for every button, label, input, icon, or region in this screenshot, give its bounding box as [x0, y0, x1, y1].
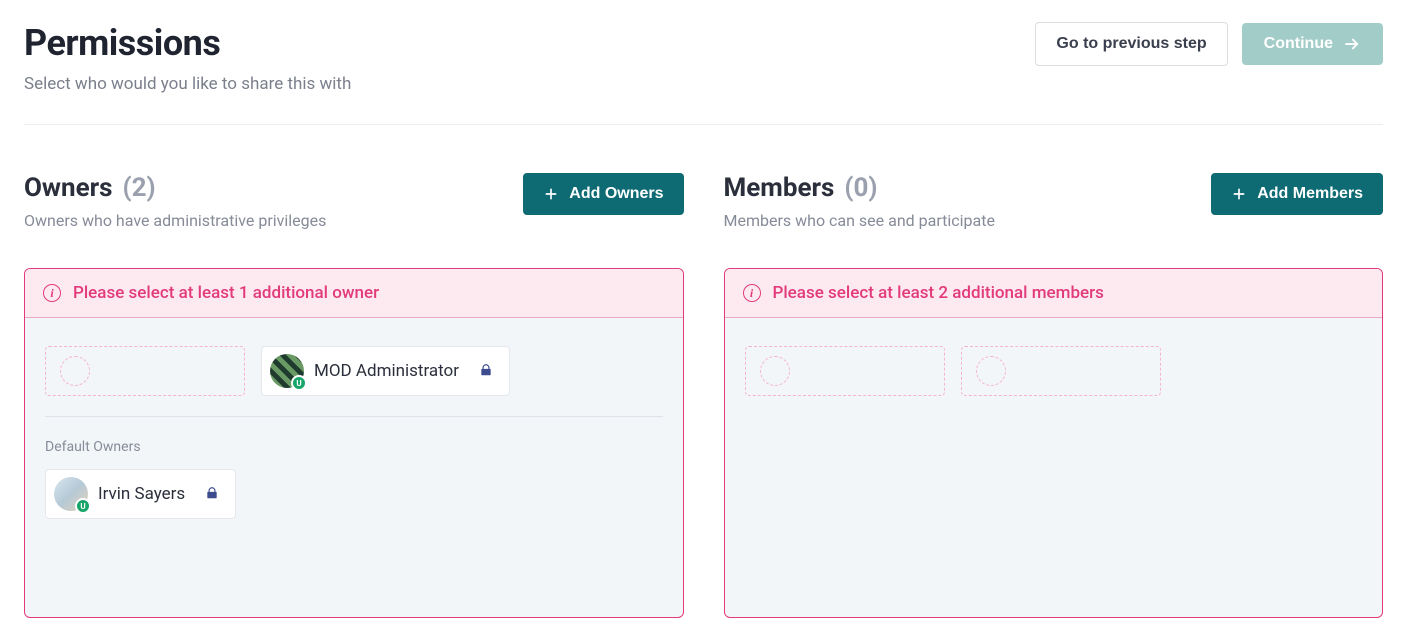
placeholder-circle-icon: [760, 356, 790, 386]
owners-panel: i Please select at least 1 additional ow…: [24, 268, 684, 618]
info-icon: i: [743, 284, 761, 302]
page-header: Permissions Select who would you like to…: [24, 22, 1383, 125]
owners-header: Owners (2) Owners who have administrativ…: [24, 173, 684, 230]
owner-slot-empty[interactable]: [45, 346, 245, 396]
add-members-button[interactable]: Add Members: [1211, 173, 1383, 215]
add-owners-label: Add Owners: [569, 185, 663, 203]
user-badge-icon: U: [75, 498, 91, 514]
lock-icon: [479, 362, 493, 381]
members-count: (0): [844, 173, 877, 203]
owner-chip-mod-admin[interactable]: U MOD Administrator: [261, 346, 510, 396]
members-column: Members (0) Members who can see and part…: [724, 173, 1384, 618]
permissions-columns: Owners (2) Owners who have administrativ…: [24, 173, 1383, 618]
members-title-row: Members (0): [724, 173, 995, 203]
owners-count: (2): [123, 173, 156, 203]
owner-chip-name: Irvin Sayers: [98, 484, 185, 504]
continue-label: Continue: [1264, 35, 1333, 53]
member-slot-empty[interactable]: [961, 346, 1161, 396]
owners-title-row: Owners (2): [24, 173, 326, 203]
owners-warning: i Please select at least 1 additional ow…: [25, 269, 683, 318]
members-chips: [725, 318, 1383, 416]
owners-title-block: Owners (2) Owners who have administrativ…: [24, 173, 326, 230]
header-text-block: Permissions Select who would you like to…: [24, 22, 351, 94]
members-panel: i Please select at least 2 additional me…: [724, 268, 1384, 618]
owners-warning-text: Please select at least 1 additional owne…: [73, 283, 379, 303]
owners-column: Owners (2) Owners who have administrativ…: [24, 173, 684, 618]
owner-chip-name: MOD Administrator: [314, 361, 459, 381]
owner-chip-irvin[interactable]: U Irvin Sayers: [45, 469, 236, 519]
user-badge-icon: U: [291, 375, 307, 391]
placeholder-circle-icon: [60, 356, 90, 386]
owners-title: Owners: [24, 173, 113, 203]
previous-step-button[interactable]: Go to previous step: [1035, 22, 1227, 66]
members-warning: i Please select at least 2 additional me…: [725, 269, 1383, 318]
avatar: U: [54, 477, 88, 511]
lock-icon: [205, 485, 219, 504]
info-icon: i: [43, 284, 61, 302]
previous-step-label: Go to previous step: [1056, 35, 1206, 53]
header-actions: Go to previous step Continue: [1035, 22, 1383, 66]
members-header: Members (0) Members who can see and part…: [724, 173, 1384, 230]
owners-description: Owners who have administrative privilege…: [24, 211, 326, 230]
arrow-right-icon: [1343, 35, 1361, 53]
avatar: U: [270, 354, 304, 388]
members-title: Members: [724, 173, 835, 203]
members-warning-text: Please select at least 2 additional memb…: [773, 283, 1104, 303]
placeholder-circle-icon: [976, 356, 1006, 386]
page-title: Permissions: [24, 22, 351, 64]
default-owners-row: U Irvin Sayers: [25, 469, 683, 539]
add-members-label: Add Members: [1257, 185, 1363, 203]
members-title-block: Members (0) Members who can see and part…: [724, 173, 995, 230]
member-slot-empty[interactable]: [745, 346, 945, 396]
members-description: Members who can see and participate: [724, 211, 995, 230]
plus-icon: [1231, 186, 1247, 202]
default-owners-label: Default Owners: [25, 417, 683, 469]
plus-icon: [543, 186, 559, 202]
page-subtitle: Select who would you like to share this …: [24, 74, 351, 94]
add-owners-button[interactable]: Add Owners: [523, 173, 683, 215]
owners-chips: U MOD Administrator: [25, 318, 683, 416]
continue-button[interactable]: Continue: [1242, 23, 1383, 65]
